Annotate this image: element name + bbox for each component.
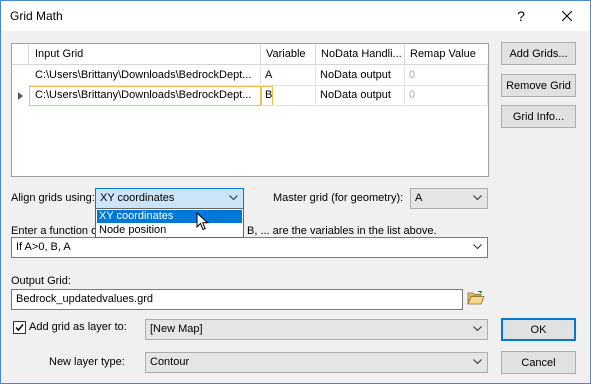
add-layer-target-value: [New Map] — [150, 323, 203, 335]
grid-info-button[interactable]: Grid Info... — [501, 105, 576, 128]
align-grids-dropdown-list[interactable]: XY coordinates Node position — [95, 208, 244, 238]
mouse-cursor-icon — [196, 212, 209, 231]
output-grid-field[interactable]: Bedrock_updatedvalues.grd — [11, 289, 463, 310]
table-header: Input Grid Variable NoData Handli... Rem… — [12, 44, 488, 65]
help-icon: ? — [517, 8, 525, 24]
row-header[interactable] — [12, 66, 29, 86]
cell-remap[interactable]: 0 — [405, 66, 488, 86]
layer-type-label: New layer type: — [49, 356, 125, 368]
function-combo[interactable]: If A>0, B, A — [11, 237, 488, 258]
checkmark-icon — [15, 324, 24, 332]
cell-input-grid[interactable]: C:\Users\Brittany\Downloads\BedrockDept.… — [29, 66, 261, 86]
folder-open-icon — [467, 291, 485, 305]
add-layer-label[interactable]: Add grid as layer to: — [29, 321, 127, 333]
master-grid-combo[interactable]: A — [410, 188, 488, 209]
align-grids-label: Align grids using: — [11, 192, 95, 204]
chevron-down-icon — [473, 359, 482, 365]
chevron-down-icon — [473, 195, 482, 201]
column-header-nodata[interactable]: NoData Handli... — [316, 44, 405, 65]
cell-nodata[interactable]: NoData output — [316, 86, 405, 106]
add-layer-target-combo[interactable]: [New Map] — [145, 319, 488, 340]
cell-variable[interactable]: B — [261, 86, 316, 106]
output-grid-label: Output Grid: — [11, 275, 71, 287]
close-icon — [562, 11, 572, 21]
cell-remap[interactable]: 0 — [405, 86, 488, 106]
chevron-down-icon — [229, 195, 238, 201]
dropdown-option-node[interactable]: Node position — [97, 224, 242, 237]
table-row[interactable]: C:\Users\Brittany\Downloads\BedrockDept.… — [12, 66, 488, 86]
function-value: If A>0, B, A — [16, 241, 71, 253]
chevron-down-icon — [473, 244, 482, 250]
add-grids-button[interactable]: Add Grids... — [501, 42, 576, 65]
row-header-corner — [12, 44, 29, 65]
layer-type-value: Contour — [150, 356, 190, 368]
function-label-end: B, ... are the variables in the list abo… — [247, 225, 437, 237]
current-row-arrow-icon — [18, 92, 23, 100]
close-button[interactable] — [544, 1, 590, 31]
column-header-input-grid[interactable]: Input Grid — [29, 44, 261, 65]
cell-nodata[interactable]: NoData output — [316, 66, 405, 86]
browse-folder-button[interactable] — [467, 290, 486, 308]
add-layer-checkbox[interactable] — [13, 321, 26, 334]
cancel-button[interactable]: Cancel — [501, 351, 576, 374]
remove-grid-button[interactable]: Remove Grid — [501, 74, 576, 97]
cell-input-grid[interactable]: C:\Users\Brittany\Downloads\BedrockDept.… — [29, 86, 261, 106]
help-button[interactable]: ? — [498, 1, 544, 31]
cell-variable[interactable]: A — [261, 66, 316, 86]
column-header-variable[interactable]: Variable — [261, 44, 316, 65]
master-grid-value: A — [415, 192, 423, 204]
dropdown-option-xy[interactable]: XY coordinates — [97, 210, 242, 223]
title-bar: Grid Math ? — [1, 1, 590, 31]
row-header[interactable] — [12, 86, 29, 106]
layer-type-combo[interactable]: Contour — [145, 352, 488, 373]
function-label-start: Enter a function o — [11, 225, 98, 237]
table-row[interactable]: C:\Users\Brittany\Downloads\BedrockDept.… — [12, 86, 488, 106]
input-grid-table[interactable]: Input Grid Variable NoData Handli... Rem… — [11, 43, 489, 177]
align-grids-value: XY coordinates — [100, 192, 175, 204]
ok-button[interactable]: OK — [501, 318, 576, 341]
chevron-down-icon — [473, 326, 482, 332]
grid-math-dialog: Grid Math ? Input Grid Variable NoData H… — [0, 0, 591, 384]
column-header-remap[interactable]: Remap Value — [405, 44, 488, 65]
align-grids-combo[interactable]: XY coordinates — [95, 188, 244, 209]
window-title: Grid Math — [10, 9, 63, 23]
master-grid-label: Master grid (for geometry): — [273, 192, 404, 204]
